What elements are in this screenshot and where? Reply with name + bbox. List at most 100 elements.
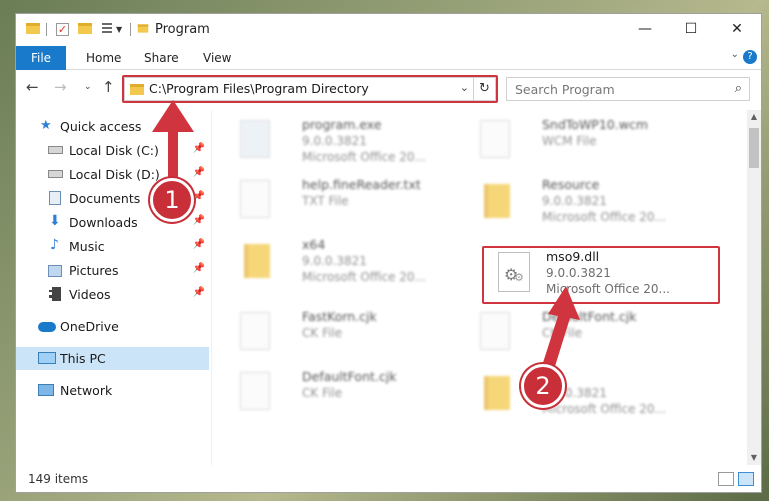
maximize-button[interactable]: ☐ — [668, 14, 714, 44]
pictures-icon — [48, 265, 62, 277]
nav-label: Local Disk (C:) — [69, 143, 159, 158]
file-icon — [480, 120, 510, 158]
minimize-button[interactable]: — — [622, 14, 668, 44]
pin-icon[interactable]: 📌 — [193, 263, 205, 274]
scroll-up-icon[interactable]: ▲ — [747, 110, 761, 124]
nav-label: Local Disk (D:) — [69, 167, 160, 182]
file-version: 9.0.0.3821 — [302, 254, 367, 268]
annotation-arrow-2 — [540, 286, 580, 376]
file-name: Resource — [542, 177, 600, 192]
ribbon-tabs: File Home Share View ⌄ ? — [16, 46, 761, 70]
tab-home[interactable]: Home — [86, 46, 121, 70]
file-type: CK File — [302, 386, 343, 400]
pin-icon[interactable]: 📌 — [193, 215, 205, 226]
forward-arrow-icon[interactable]: → — [54, 78, 67, 96]
window-folder-icon — [137, 24, 149, 33]
file-icon — [240, 180, 270, 218]
exe-file-icon — [240, 120, 270, 158]
nav-label: This PC — [60, 351, 106, 366]
customize-dropdown-icon[interactable]: ▼ — [116, 25, 122, 34]
file-name: program.exe — [302, 117, 382, 132]
folder-icon — [26, 23, 40, 34]
file-name: DefaultFont.cjk — [302, 369, 397, 384]
file-name: FastKorn.cjk — [302, 309, 377, 324]
documents-icon — [49, 191, 61, 205]
search-input[interactable]: Search Program ⌕ — [506, 77, 750, 101]
search-icon[interactable]: ⌕ — [735, 81, 742, 96]
file-description: Microsoft Office 20... — [302, 150, 426, 164]
tab-view[interactable]: View — [203, 46, 231, 70]
navigation-bar: ← → ⌄ ↑ C:\Program Files\Program Directo… — [16, 71, 761, 105]
file-item[interactable]: FastKorn.cjk CK File — [222, 306, 452, 362]
nav-label: Videos — [69, 287, 111, 302]
download-icon: ⬇ — [49, 213, 61, 229]
pin-icon[interactable]: 📌 — [193, 239, 205, 250]
new-folder-icon[interactable] — [78, 23, 92, 34]
scroll-down-icon[interactable]: ▼ — [747, 451, 761, 465]
close-button[interactable]: ✕ — [714, 14, 760, 44]
file-type: WCM File — [542, 134, 597, 148]
divider — [130, 23, 131, 36]
music-icon: ♪ — [50, 237, 59, 253]
file-version: 9.0.0.3821 — [542, 194, 607, 208]
computer-icon — [38, 352, 56, 364]
address-highlight-box — [122, 75, 498, 103]
nav-label: Network — [60, 383, 113, 398]
network-icon — [38, 384, 54, 396]
file-item[interactable]: DefaultFont.cjk CK File — [222, 366, 452, 422]
folder-icon — [244, 244, 270, 278]
nav-label: OneDrive — [60, 319, 119, 334]
tab-share[interactable]: Share — [144, 46, 179, 70]
file-type: TXT File — [302, 194, 349, 208]
file-item[interactable]: x64 9.0.0.3821 Microsoft Office 20... — [222, 234, 452, 290]
details-view-icon[interactable] — [718, 472, 734, 486]
navigation-pane: ★ Quick access Local Disk (C:) 📌 Local D… — [16, 110, 209, 465]
folder-icon — [484, 184, 510, 218]
pin-icon[interactable]: 📌 — [193, 191, 205, 202]
file-name: SndToWP10.wcm — [542, 117, 648, 132]
recent-locations-chevron-icon[interactable]: ⌄ — [84, 82, 92, 92]
file-item[interactable]: SndToWP10.wcm WCM File — [462, 114, 692, 170]
search-placeholder: Search Program — [515, 82, 615, 97]
file-name: x64 — [302, 237, 326, 252]
pin-icon[interactable]: 📌 — [193, 287, 205, 298]
quick-access-toolbar-icon[interactable] — [98, 23, 112, 35]
nav-item-onedrive[interactable]: OneDrive — [16, 315, 209, 338]
nav-label: Documents — [69, 191, 141, 206]
nav-item-network[interactable]: Network — [16, 379, 209, 402]
pin-icon[interactable]: 📌 — [193, 143, 205, 154]
nav-label: Music — [69, 239, 105, 254]
up-arrow-icon[interactable]: ↑ — [102, 78, 115, 96]
file-item[interactable]: help.fineReader.txt TXT File — [222, 174, 452, 230]
pin-icon[interactable]: 📌 — [193, 167, 205, 178]
nav-item-videos[interactable]: Videos 📌 — [16, 283, 209, 306]
expand-ribbon-icon[interactable]: ⌄ — [731, 49, 739, 60]
file-item[interactable]: Resource 9.0.0.3821 Microsoft Office 20.… — [462, 174, 692, 230]
title-bar: ✓ ▼ Program — ☐ ✕ — [16, 14, 761, 46]
drive-icon — [48, 146, 63, 154]
large-icons-view-icon[interactable] — [738, 472, 754, 486]
back-arrow-icon[interactable]: ← — [26, 78, 39, 96]
nav-item-this-pc[interactable]: This PC — [16, 347, 209, 370]
properties-check-icon[interactable]: ✓ — [56, 23, 69, 36]
step-2-badge: 2 — [521, 364, 565, 408]
vertical-scrollbar[interactable]: ▲ ▼ — [747, 110, 761, 465]
file-version: 9.0.0.3821 — [302, 134, 367, 148]
cloud-icon — [38, 322, 56, 332]
nav-item-music[interactable]: ♪ Music 📌 — [16, 235, 209, 258]
step-1-badge: 1 — [150, 178, 194, 222]
file-icon — [240, 372, 270, 410]
drive-icon — [48, 170, 63, 178]
nav-item-pictures[interactable]: Pictures 📌 — [16, 259, 209, 282]
videos-icon — [49, 287, 61, 301]
divider — [46, 23, 47, 36]
scroll-thumb[interactable] — [749, 128, 759, 168]
file-highlight-box — [482, 246, 720, 304]
tab-file[interactable]: File — [16, 46, 66, 70]
nav-label: Downloads — [69, 215, 138, 230]
nav-item-local-disk-c[interactable]: Local Disk (C:) 📌 — [16, 139, 209, 162]
file-item[interactable]: program.exe 9.0.0.3821 Microsoft Office … — [222, 114, 452, 170]
folder-icon — [484, 376, 510, 410]
file-type: CK File — [302, 326, 343, 340]
help-icon[interactable]: ? — [743, 50, 757, 64]
